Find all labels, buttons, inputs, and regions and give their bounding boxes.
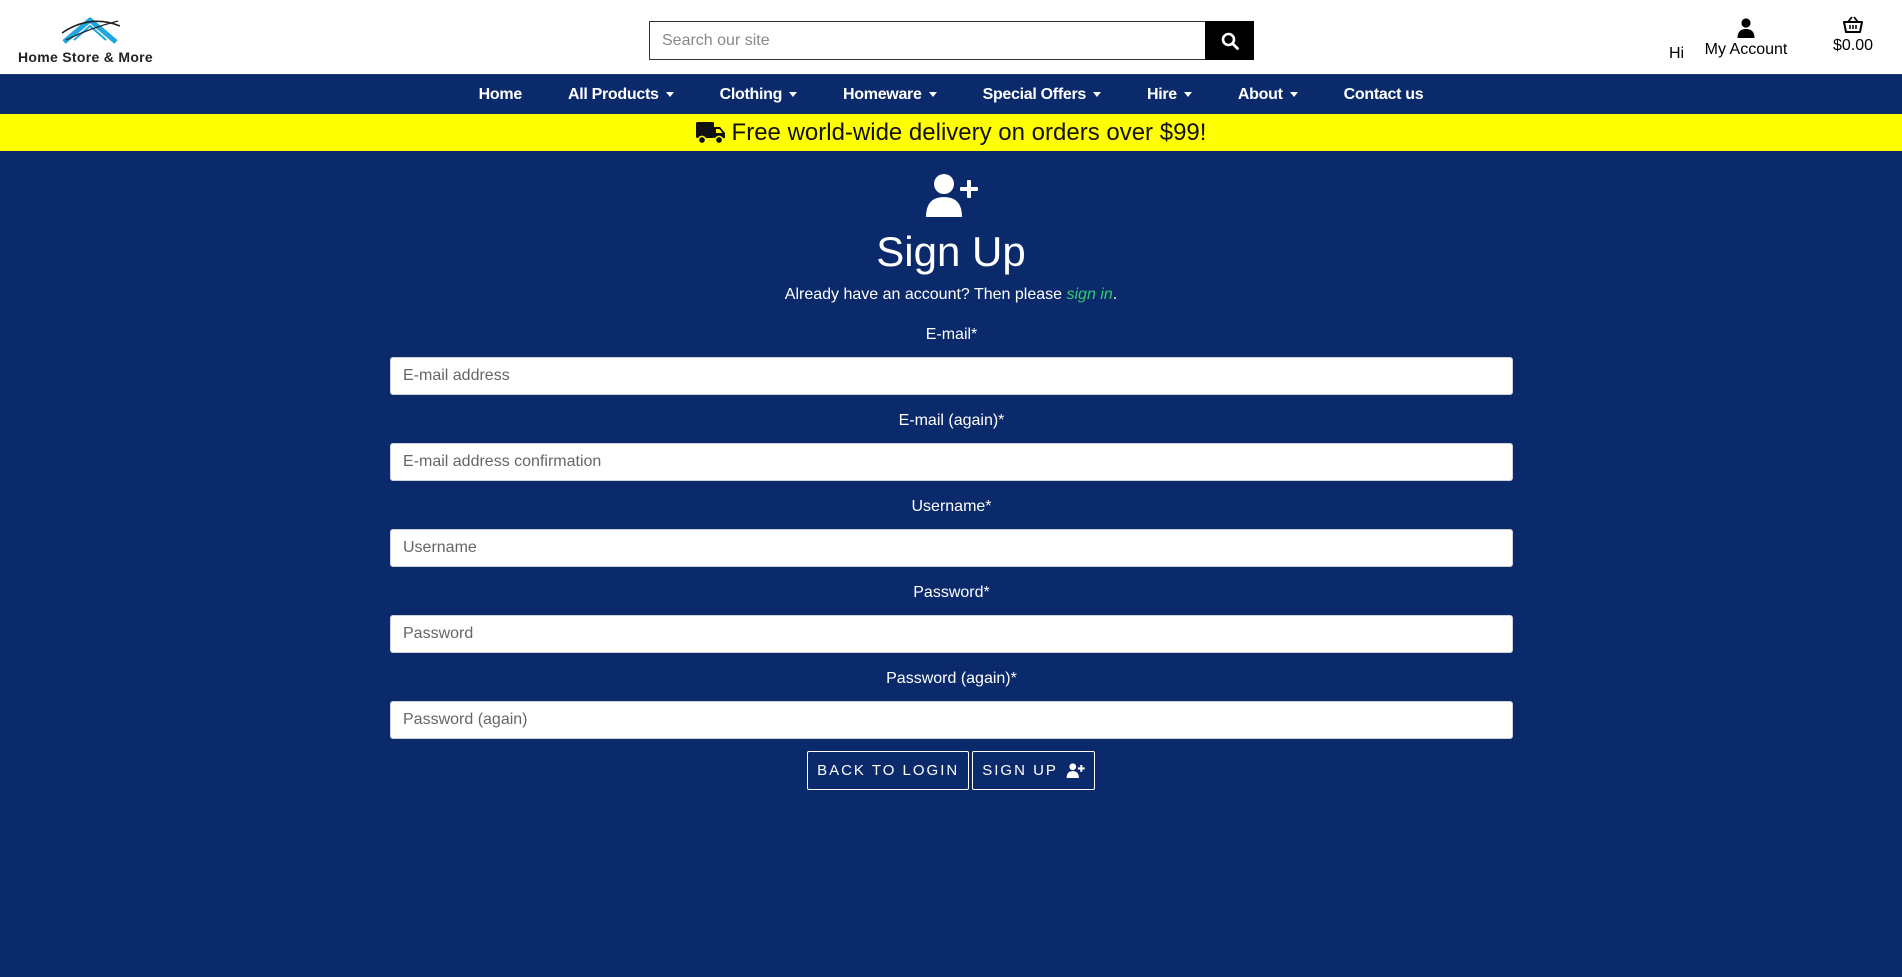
username-label: Username*: [911, 498, 992, 515]
caret-down-icon: [665, 92, 674, 97]
brand-logo[interactable]: Home Store & More: [16, 16, 176, 66]
back-to-login-label: BACK TO LOGIN: [817, 762, 960, 779]
password-input[interactable]: [390, 615, 1513, 653]
back-to-login-button[interactable]: BACK TO LOGIN: [807, 751, 970, 790]
caret-down-icon: [1289, 92, 1298, 97]
nav-clothing-label: Clothing: [719, 85, 783, 103]
nav-contact-us[interactable]: Contact us: [1321, 86, 1447, 104]
sign-in-link[interactable]: sign in: [1066, 286, 1112, 303]
nav-home[interactable]: Home: [456, 86, 545, 104]
password-confirm-label: Password (again)*: [886, 670, 1017, 687]
search-form: [649, 21, 1254, 60]
password-confirm-field-group: Password (again)*: [390, 667, 1513, 739]
nav-special-offers-label: Special Offers: [982, 85, 1087, 103]
email-confirm-label: E-mail (again)*: [898, 412, 1005, 429]
search-icon: [1221, 32, 1239, 50]
my-account-link[interactable]: My Account: [1700, 18, 1792, 59]
nav-hire-label: Hire: [1146, 85, 1177, 103]
nav-contact-us-label: Contact us: [1343, 85, 1424, 103]
site-header: Home Store & More Hi My Account $0.00: [0, 0, 1902, 74]
caret-down-icon: [789, 92, 798, 97]
roof-logo-icon: [61, 17, 121, 44]
username-field-group: Username*: [390, 495, 1513, 567]
nav-about[interactable]: About: [1215, 86, 1321, 104]
main-nav: Home All Products Clothing Homeware Spec…: [0, 74, 1902, 114]
nav-clothing[interactable]: Clothing: [697, 86, 820, 104]
nav-hire[interactable]: Hire: [1124, 86, 1215, 104]
search-button[interactable]: [1205, 21, 1254, 60]
nav-home-label: Home: [478, 85, 523, 103]
email-confirm-field-group: E-mail (again)*: [390, 409, 1513, 481]
password-confirm-input[interactable]: [390, 701, 1513, 739]
sign-up-button[interactable]: SIGN UP: [972, 751, 1095, 790]
brand-name: Home Store & More: [18, 49, 154, 65]
nav-homeware[interactable]: Homeware: [820, 86, 960, 104]
email-field-group: E-mail*: [390, 323, 1513, 395]
nav-all-products-label: All Products: [567, 85, 659, 103]
nav-all-products[interactable]: All Products: [545, 86, 697, 104]
user-plus-icon: [926, 174, 978, 217]
my-account-label: My Account: [1704, 41, 1788, 58]
nav-about-label: About: [1237, 85, 1283, 103]
signin-prompt-suffix: .: [1112, 286, 1118, 303]
caret-down-icon: [1092, 92, 1101, 97]
email-confirm-input[interactable]: [390, 443, 1513, 481]
page-title: Sign Up: [876, 228, 1026, 275]
delivery-text: Free world-wide delivery on orders over …: [731, 118, 1207, 146]
email-input[interactable]: [390, 357, 1513, 395]
truck-icon: [695, 121, 725, 144]
username-input[interactable]: [390, 529, 1513, 567]
cart-total: $0.00: [1832, 37, 1874, 54]
search-input[interactable]: [649, 21, 1205, 60]
nav-special-offers[interactable]: Special Offers: [960, 86, 1124, 104]
caret-down-icon: [1183, 92, 1192, 97]
signin-prompt: Already have an account? Then please sig…: [0, 286, 1902, 304]
user-icon: [1737, 18, 1755, 38]
greeting: Hi: [1669, 45, 1685, 62]
sign-up-label: SIGN UP: [982, 762, 1058, 779]
basket-icon: [1843, 16, 1863, 33]
nav-homeware-label: Homeware: [843, 85, 922, 103]
email-label: E-mail*: [925, 326, 978, 343]
password-label: Password*: [913, 584, 990, 601]
signin-prompt-text: Already have an account? Then please: [784, 286, 1067, 303]
form-actions: BACK TO LOGIN SIGN UP: [0, 751, 1902, 790]
delivery-banner: Free world-wide delivery on orders over …: [0, 114, 1902, 151]
cart-link[interactable]: $0.00: [1823, 16, 1883, 55]
user-plus-icon: [1066, 763, 1085, 778]
caret-down-icon: [928, 92, 937, 97]
password-field-group: Password*: [390, 581, 1513, 653]
